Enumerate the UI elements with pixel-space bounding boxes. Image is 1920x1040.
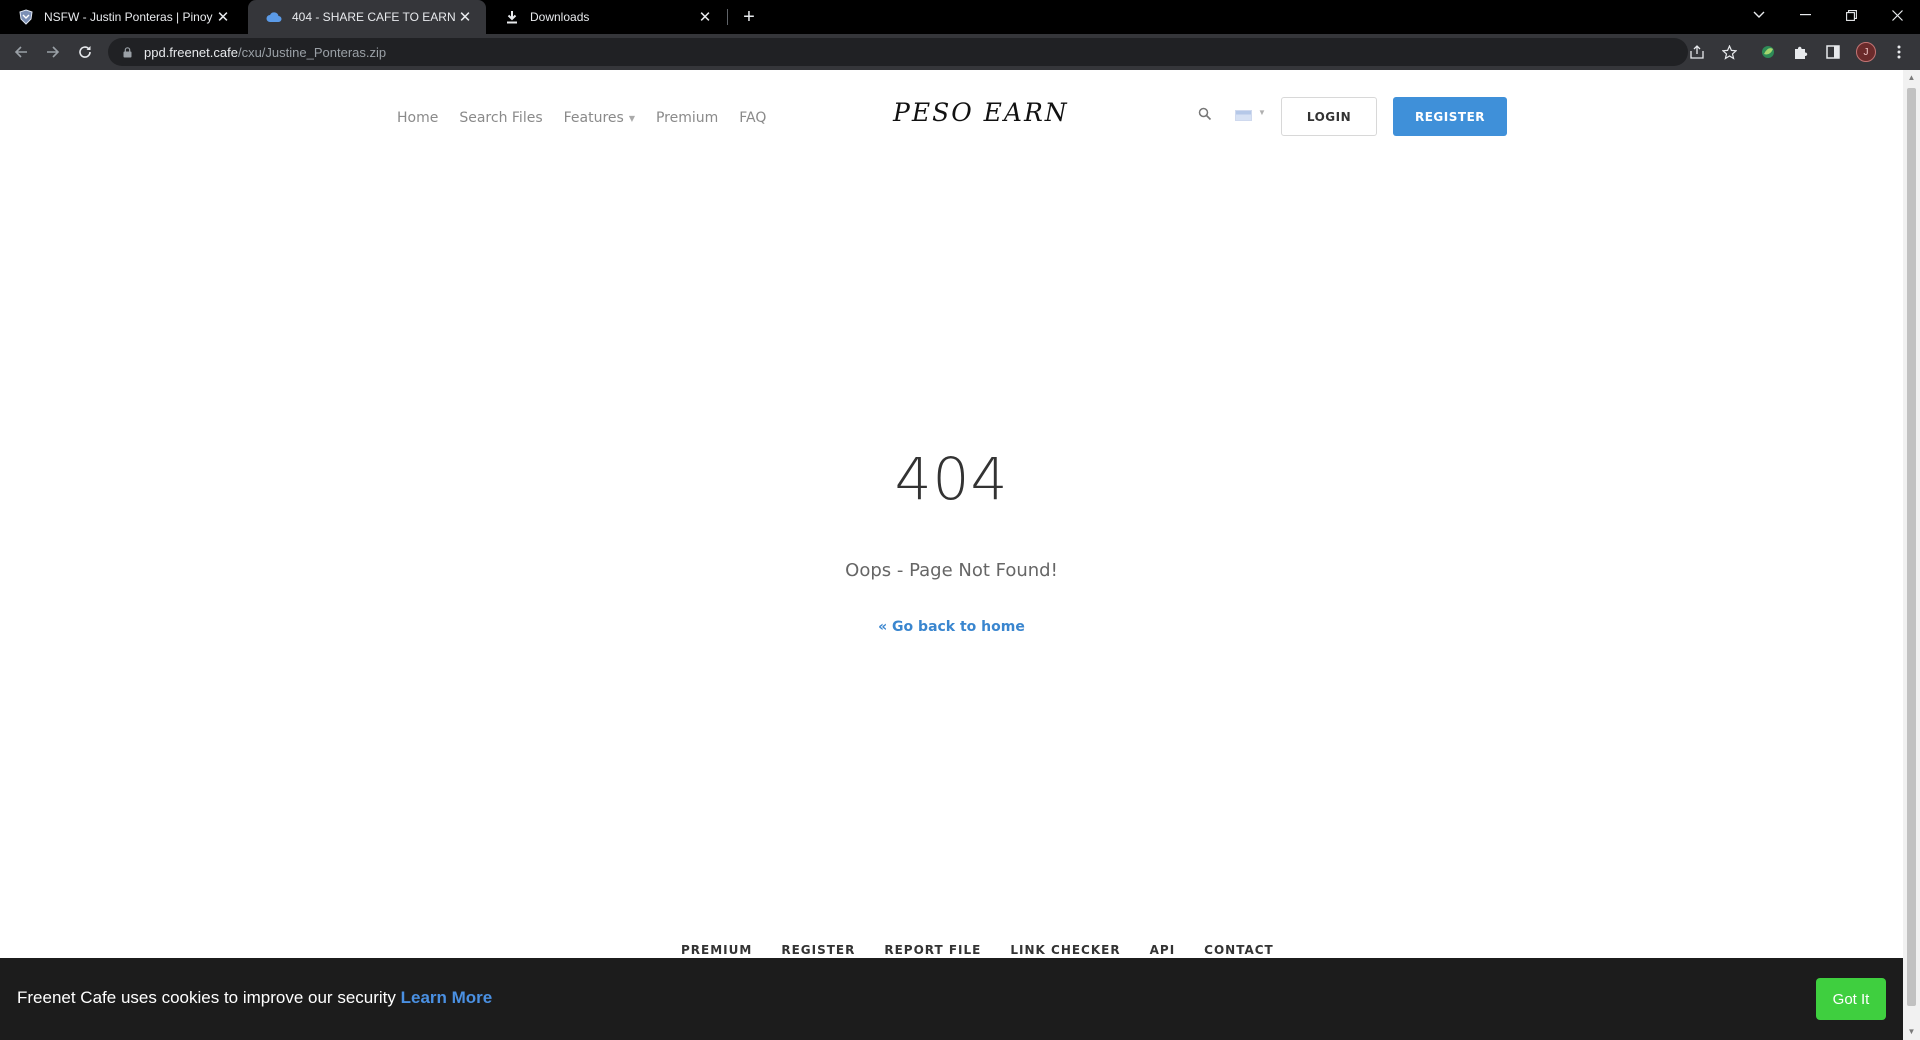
scroll-down-icon[interactable]: ▼ <box>1907 1027 1916 1037</box>
tab-404[interactable]: 404 - SHARE CAFE TO EARN ✕ <box>248 0 486 34</box>
cloud-icon <box>266 9 282 25</box>
footer-link-register[interactable]: REGISTER <box>781 943 855 957</box>
nav-label: Search Files <box>459 110 543 126</box>
side-panel-icon[interactable] <box>1823 42 1843 62</box>
profile-avatar[interactable]: J <box>1856 42 1876 62</box>
page-scrollbar[interactable]: ▲ ▼ <box>1903 70 1920 1040</box>
nav-label: Premium <box>655 110 719 126</box>
download-icon <box>504 9 520 25</box>
nav-search-files[interactable]: Search Files <box>459 110 542 126</box>
tab-search-icon[interactable] <box>1736 0 1782 30</box>
close-icon[interactable]: ✕ <box>696 8 714 26</box>
main-nav: Home Search Files Features ▼ Premium FAQ <box>397 107 787 129</box>
nav-label: Features <box>563 110 624 126</box>
nav-premium[interactable]: Premium <box>656 110 718 126</box>
tab-strip: NSFW - Justin Ponteras | Pinoy In ✕ 404 … <box>0 0 1920 34</box>
nav-features[interactable]: Features ▼ <box>564 110 635 126</box>
go-home-link: « Go back to home <box>0 619 1903 635</box>
error-code: 404 <box>894 445 1009 513</box>
footer-links: PREMIUM REGISTER REPORT FILE LINK CHECKE… <box>681 941 1303 959</box>
search-icon[interactable] <box>1198 107 1214 123</box>
tab-title: NSFW - Justin Ponteras | Pinoy In <box>44 10 214 24</box>
footer-link-api[interactable]: API <box>1150 943 1176 957</box>
tab-separator <box>727 9 728 25</box>
scrollbar-thumb[interactable] <box>1907 88 1916 1006</box>
tab-title: Downloads <box>530 10 590 24</box>
extensions-puzzle-icon[interactable] <box>1790 42 1810 62</box>
nav-home[interactable]: Home <box>397 110 438 126</box>
new-tab-button[interactable]: + <box>738 6 760 28</box>
minimize-icon[interactable] <box>1782 0 1828 30</box>
nav-label: FAQ <box>739 110 767 126</box>
tab-nsfw[interactable]: NSFW - Justin Ponteras | Pinoy In ✕ <box>0 0 244 34</box>
site-logo[interactable]: PESO EARN <box>893 98 1069 127</box>
tab-downloads[interactable]: Downloads ✕ <box>486 0 726 34</box>
url-path: /cxu/Justine_Ponteras.zip <box>237 44 387 60</box>
address-bar[interactable]: ppd.freenet.cafe/cxu/Justine_Ponteras.zi… <box>108 38 1688 66</box>
url-host: ppd.freenet.cafe <box>144 44 238 60</box>
cookie-text: Freenet Cafe uses cookies to improve our… <box>17 988 492 1008</box>
language-flag-icon[interactable] <box>1235 110 1252 121</box>
go-home-link-text[interactable]: « Go back to home <box>878 619 1025 635</box>
close-icon[interactable]: ✕ <box>456 8 474 26</box>
url-text[interactable]: ppd.freenet.cafe/cxu/Justine_Ponteras.zi… <box>144 45 386 60</box>
close-window-icon[interactable] <box>1874 0 1920 30</box>
footer-link-premium[interactable]: PREMIUM <box>681 943 752 957</box>
chevron-down-icon[interactable]: ▼ <box>1258 108 1266 117</box>
reload-icon[interactable] <box>73 40 97 64</box>
cookie-banner: Freenet Cafe uses cookies to improve our… <box>0 958 1903 1040</box>
menu-dots-icon[interactable] <box>1889 42 1909 62</box>
bookmark-star-icon[interactable] <box>1719 42 1739 62</box>
cookie-message: Freenet Cafe uses cookies to improve our… <box>17 988 401 1007</box>
browser-toolbar: ppd.freenet.cafe/cxu/Justine_Ponteras.zi… <box>0 34 1920 70</box>
login-button[interactable]: LOGIN <box>1281 97 1377 136</box>
lock-icon[interactable] <box>120 46 134 58</box>
chevron-down-icon: ▼ <box>628 113 635 123</box>
share-icon[interactable] <box>1687 42 1707 62</box>
footer-link-report-file[interactable]: REPORT FILE <box>884 943 981 957</box>
nav-faq[interactable]: FAQ <box>739 110 766 126</box>
error-message: Oops - Page Not Found! <box>845 560 1058 581</box>
close-icon[interactable]: ✕ <box>214 8 232 26</box>
shield-icon <box>18 9 34 25</box>
scroll-up-icon[interactable]: ▲ <box>1907 73 1916 83</box>
forward-icon[interactable] <box>41 40 65 64</box>
back-icon[interactable] <box>9 40 33 64</box>
register-button[interactable]: REGISTER <box>1393 97 1507 136</box>
footer-link-link-checker[interactable]: LINK CHECKER <box>1010 943 1120 957</box>
footer-link-contact[interactable]: CONTACT <box>1204 943 1274 957</box>
web-page: Home Search Files Features ▼ Premium FAQ … <box>0 70 1903 1040</box>
extension-leaf-icon[interactable] <box>1758 42 1778 62</box>
restore-icon[interactable] <box>1828 0 1874 30</box>
learn-more-link[interactable]: Learn More <box>401 988 493 1007</box>
cookie-accept-button[interactable]: Got It <box>1816 978 1886 1020</box>
nav-label: Home <box>397 110 439 126</box>
tab-title: 404 - SHARE CAFE TO EARN <box>292 10 456 24</box>
